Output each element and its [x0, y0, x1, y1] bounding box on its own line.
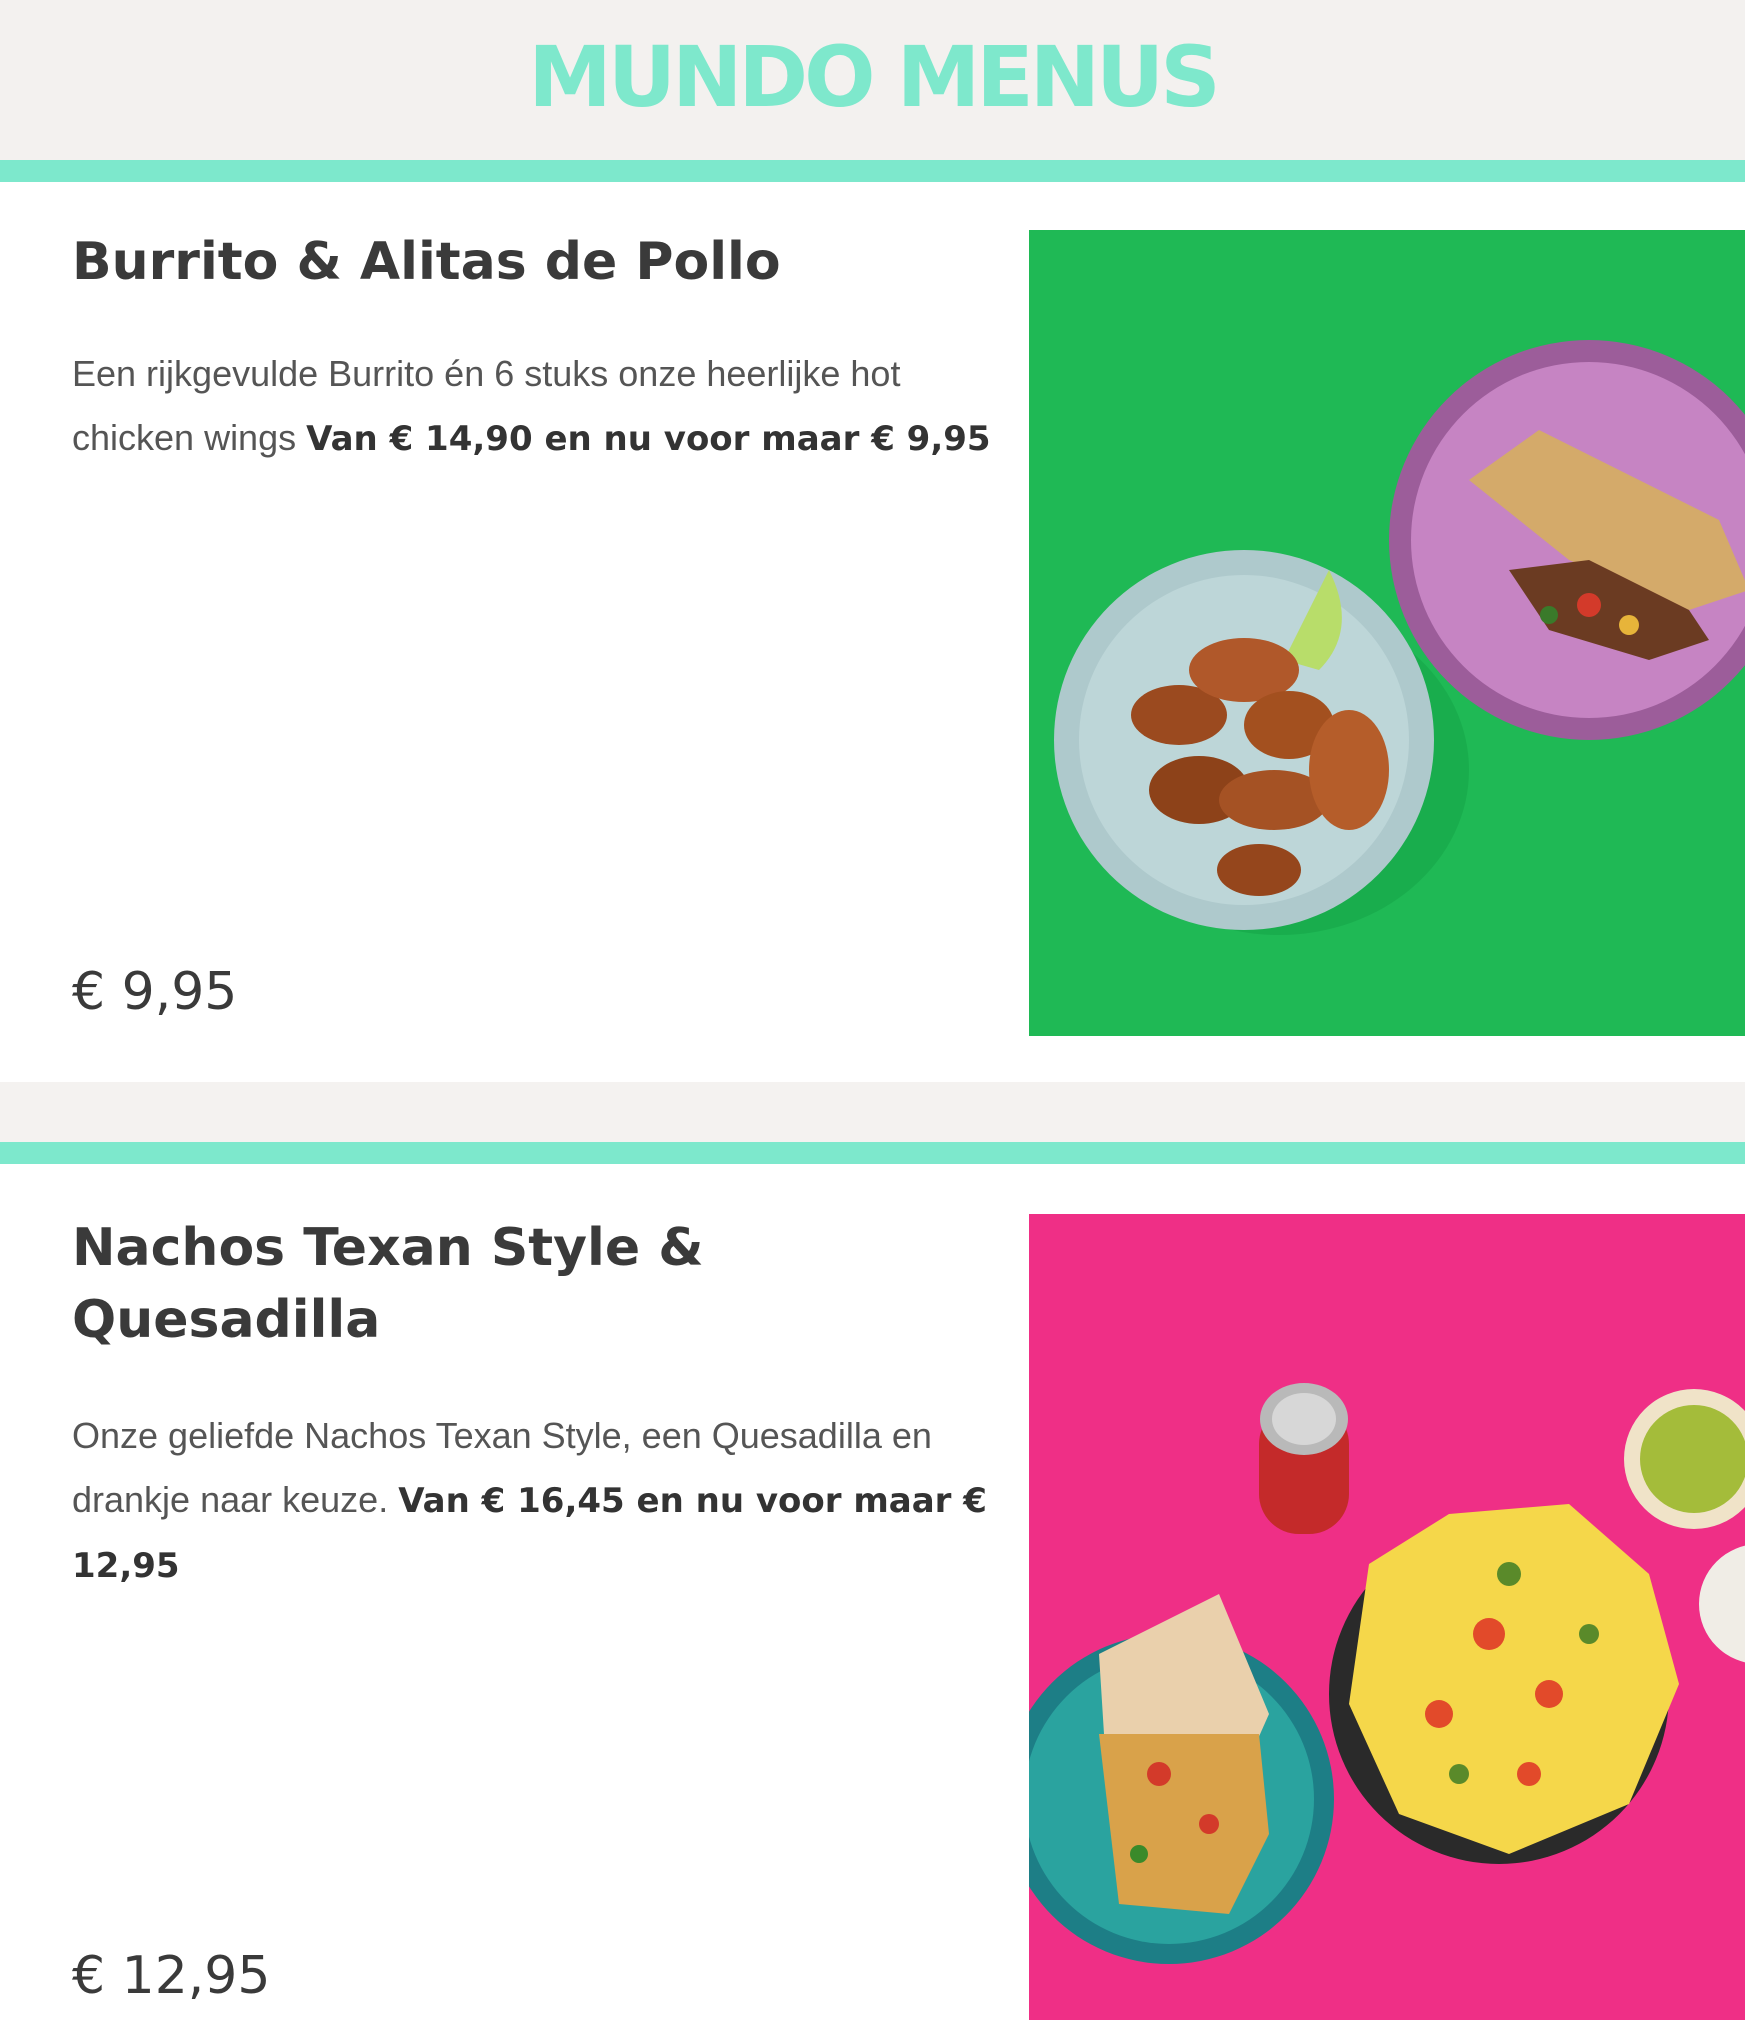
- chicken-wings-and-burrito-photo: [1029, 230, 1745, 1036]
- menu-card-burrito-alitas[interactable]: Burrito & Alitas de Pollo Een rijkgevuld…: [0, 182, 1745, 1082]
- menu-item-description: Onze geliefde Nachos Texan Style, een Qu…: [72, 1404, 1012, 1598]
- menu-item-price: € 9,95: [72, 962, 238, 1022]
- menu-item-title: Burrito & Alitas de Pollo: [72, 232, 781, 292]
- menu-card-nachos-quesadilla[interactable]: Nachos Texan Style & Quesadilla Onze gel…: [0, 1164, 1745, 2040]
- brand-title: MUNDO MENUS: [528, 28, 1220, 126]
- menu-item-description: Een rijkgevulde Burrito én 6 stuks onze …: [72, 342, 1012, 471]
- accent-divider: [0, 1142, 1745, 1164]
- menu-item-title: Nachos Texan Style & Quesadilla: [72, 1218, 704, 1350]
- description-promo: Van € 14,90 en nu voor maar € 9,95: [306, 419, 991, 459]
- page-header: MUNDO MENUS: [0, 0, 1745, 160]
- accent-divider: [0, 160, 1745, 182]
- menu-item-price: € 12,95: [72, 1946, 271, 2006]
- nachos-quesadilla-cola-photo: [1029, 1214, 1745, 2020]
